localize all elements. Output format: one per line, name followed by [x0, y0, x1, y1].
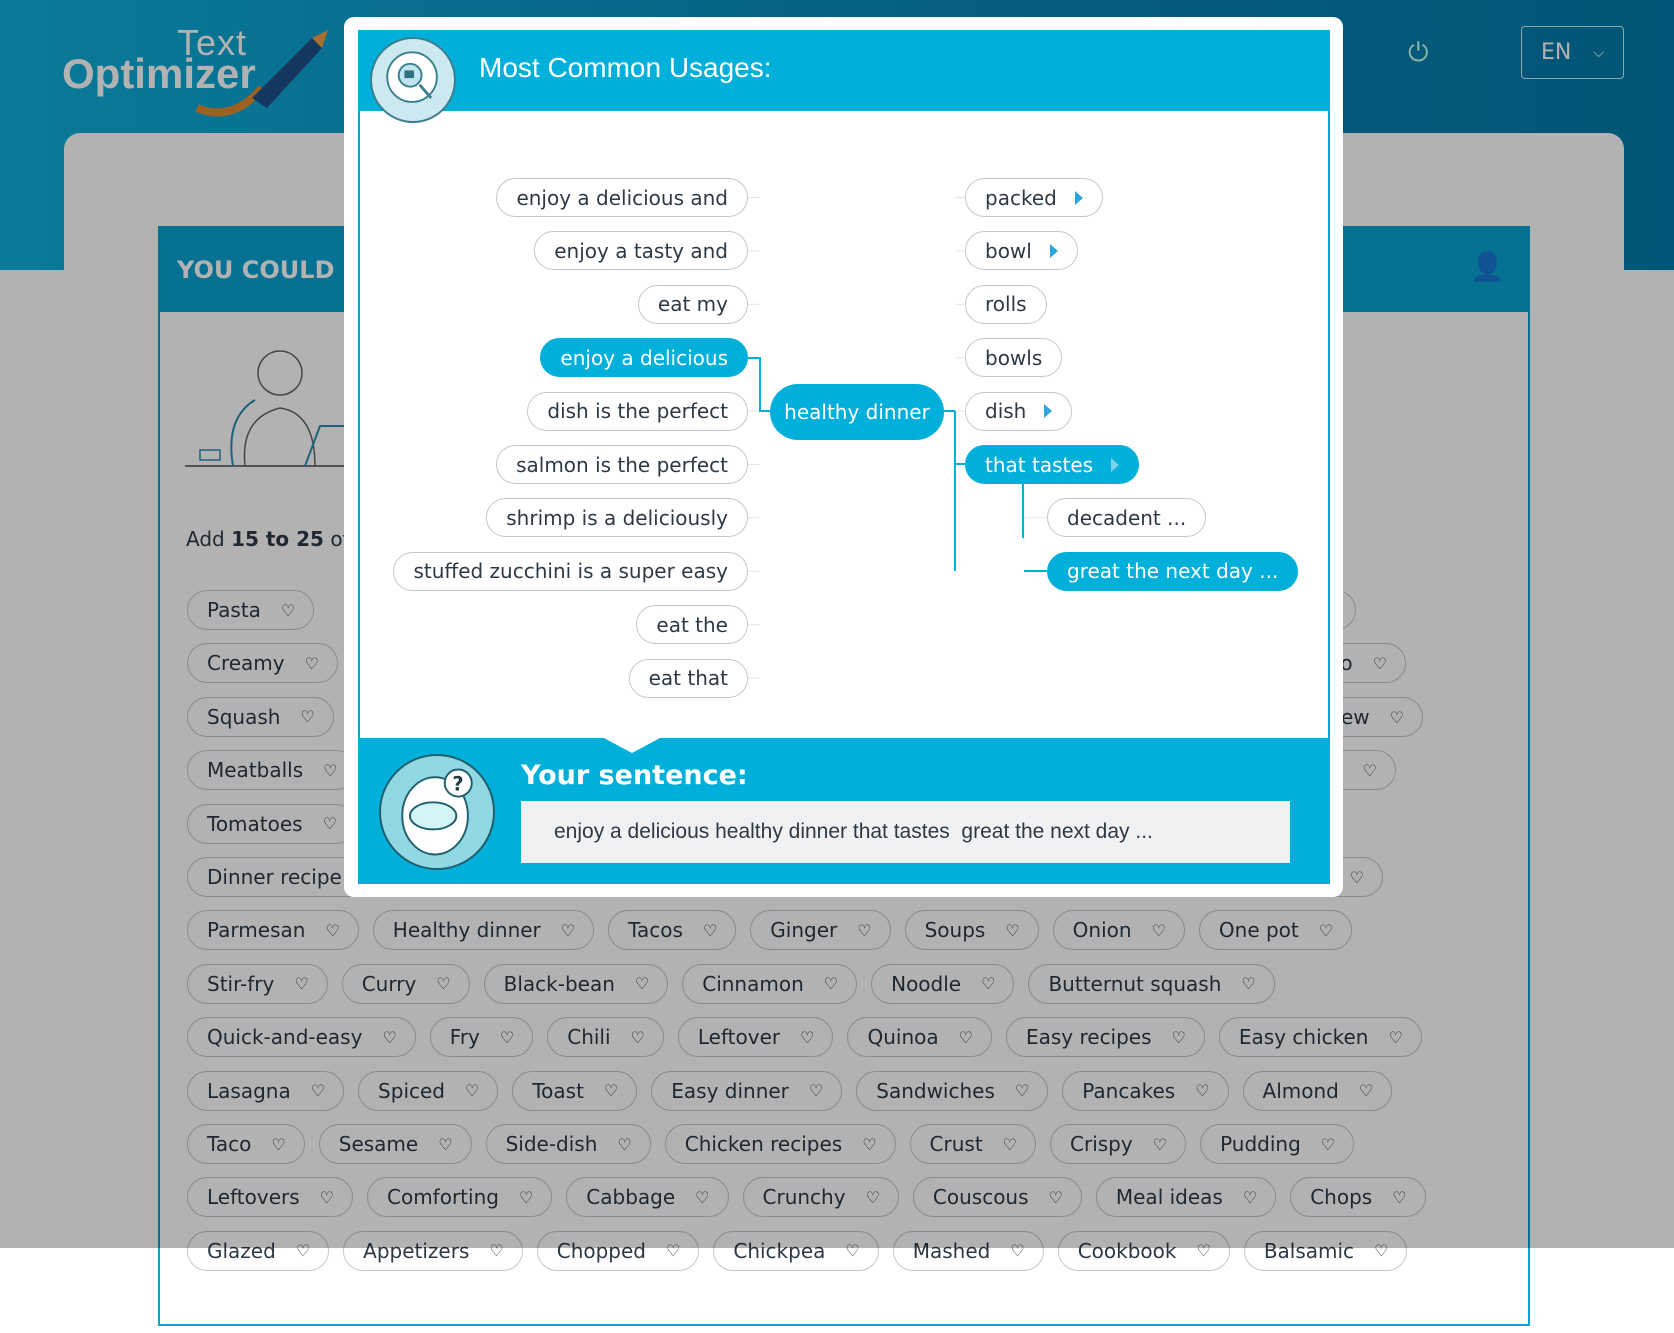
right-usage-node[interactable]: decadent ... — [1047, 498, 1207, 538]
left-usage-node[interactable]: enjoy a delicious — [540, 338, 748, 378]
right-usage-node[interactable]: rolls — [965, 284, 1047, 324]
center-node[interactable]: healthy dinner — [770, 384, 944, 440]
expand-arrow-icon[interactable] — [1074, 190, 1083, 205]
connector-right — [944, 410, 956, 571]
right-usage-node[interactable]: bowl — [965, 231, 1078, 271]
right-usage-node[interactable]: bowls — [965, 338, 1063, 378]
sentence-label: Your sentence: — [521, 760, 748, 791]
tree-connectors — [748, 197, 1047, 679]
left-usage-node[interactable]: eat that — [628, 658, 748, 698]
expand-arrow-icon[interactable] — [1111, 457, 1120, 472]
thinking-robot-avatar: ? — [379, 754, 495, 870]
right-usage-node[interactable]: great the next day ... — [1047, 551, 1299, 591]
left-usage-node[interactable]: enjoy a delicious and — [496, 178, 748, 217]
left-usage-node[interactable]: shrimp is a deliciously — [486, 498, 748, 538]
left-usage-node[interactable]: enjoy a tasty and — [534, 231, 748, 271]
left-usage-node[interactable]: eat the — [636, 605, 748, 645]
right-usage-node[interactable]: packed — [965, 178, 1103, 217]
sentence-pointer — [602, 737, 662, 753]
sentence-field[interactable]: enjoy a delicious healthy dinner that ta… — [521, 801, 1290, 863]
left-usage-node[interactable]: dish is the perfect — [527, 391, 748, 431]
expand-arrow-icon[interactable] — [1049, 243, 1058, 258]
right-usage-node[interactable]: that tastes — [965, 445, 1140, 484]
left-usage-node[interactable]: stuffed zucchini is a super easy — [393, 551, 748, 591]
right-usage-node[interactable]: dish — [965, 391, 1073, 431]
left-usage-node[interactable]: eat my — [637, 284, 748, 324]
left-usage-node[interactable]: salmon is the perfect — [496, 445, 748, 484]
connector-left — [748, 357, 770, 412]
svg-text:?: ? — [452, 773, 463, 796]
expand-arrow-icon[interactable] — [1044, 404, 1053, 419]
